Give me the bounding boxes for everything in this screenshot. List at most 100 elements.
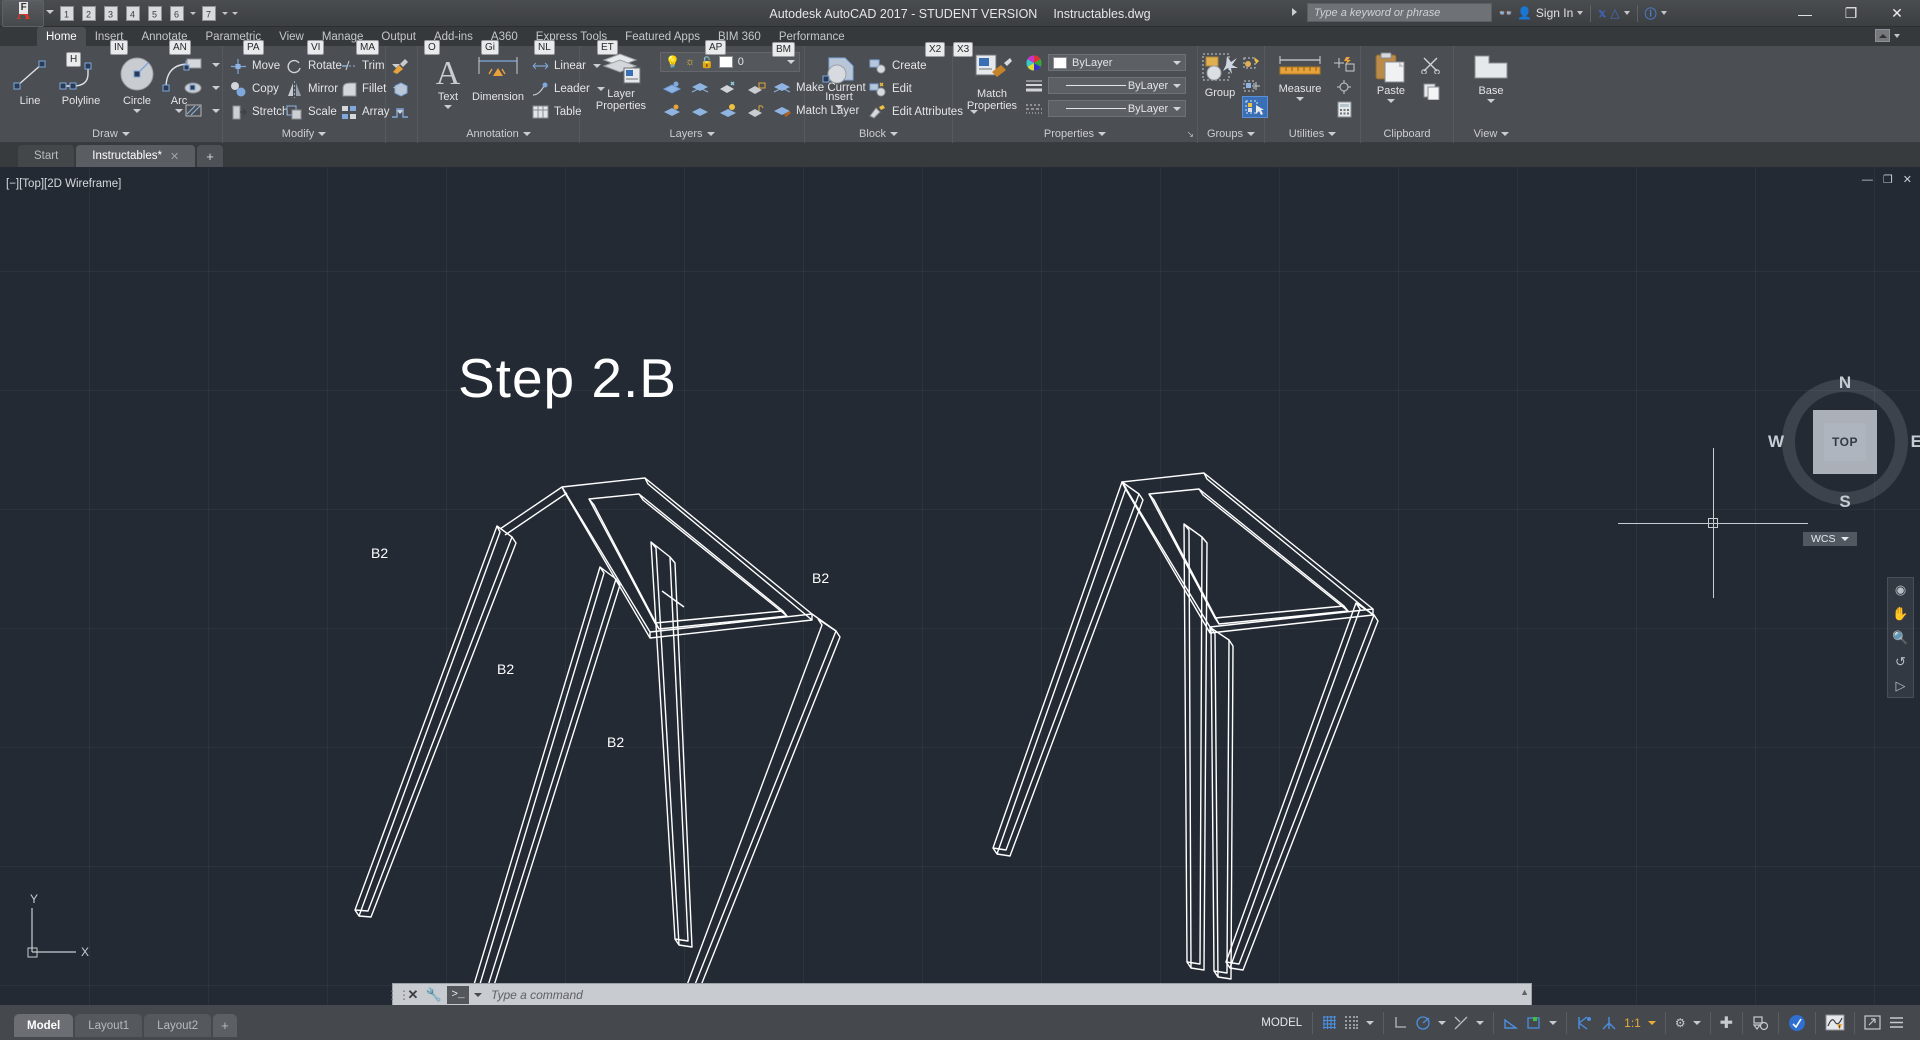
close-button[interactable]: ✕: [1874, 0, 1920, 27]
help-caret-icon[interactable]: [1660, 11, 1667, 15]
sun-icon[interactable]: ☼: [685, 56, 695, 68]
view-cube-south[interactable]: S: [1839, 492, 1850, 512]
linetype-combo[interactable]: ByLayer: [1048, 77, 1186, 94]
layout-tab-layout1[interactable]: Layout1: [75, 1014, 143, 1037]
move-tool[interactable]: Move: [229, 55, 280, 77]
layer-isolate-tool[interactable]: [662, 77, 682, 99]
grid-display-toggle[interactable]: [1322, 1015, 1337, 1030]
dynamic-ucs-toggle[interactable]: [1526, 1015, 1542, 1031]
layer-off-tool[interactable]: [718, 77, 738, 99]
search-binoculars-icon[interactable]: 👓: [1498, 6, 1513, 20]
measure-tool[interactable]: Measure: [1270, 52, 1330, 101]
search-input[interactable]: Type a keyword or phrase: [1307, 3, 1492, 22]
layer-thaw-tool[interactable]: [690, 100, 710, 122]
copy-tool[interactable]: Copy: [229, 78, 279, 100]
base-view-tool[interactable]: Base: [1464, 52, 1518, 103]
create-block-tool[interactable]: Create: [868, 55, 927, 77]
restore-button[interactable]: ❐: [1828, 0, 1874, 27]
snap-dropdown-icon[interactable]: [1366, 1020, 1375, 1025]
hatch-dropdown-icon[interactable]: [212, 109, 220, 113]
paste-dropdown-icon[interactable]: [1387, 99, 1395, 103]
drawing-tab-close-icon[interactable]: ✕: [170, 150, 179, 163]
panel-clipboard-title[interactable]: Clipboard: [1361, 124, 1453, 143]
rectangle-tool[interactable]: [183, 54, 220, 76]
insert-dropdown-icon[interactable]: [835, 105, 843, 109]
showmotion-icon[interactable]: ▷: [1896, 679, 1906, 692]
extrude-tool[interactable]: [390, 101, 410, 123]
command-prompt-caret-icon[interactable]: [474, 993, 482, 997]
help-icon[interactable]: ⓘ: [1645, 5, 1657, 22]
quick-calculator-tool[interactable]: [1333, 98, 1355, 120]
panel-groups-title[interactable]: Groups: [1198, 124, 1264, 143]
qat-undo-icon[interactable]: 6: [166, 3, 187, 25]
lightbulb-icon[interactable]: 💡: [665, 55, 680, 69]
autodesk-app-caret-icon[interactable]: [1623, 11, 1630, 15]
tab-featured-apps[interactable]: Featured Apps: [616, 27, 709, 46]
hardware-acceleration-icon[interactable]: [1788, 1014, 1806, 1032]
polar-dropdown-icon[interactable]: [1438, 1020, 1447, 1025]
panel-modify-title[interactable]: Modify: [223, 124, 385, 143]
orbit-icon[interactable]: ↺: [1895, 655, 1906, 668]
qat-new-icon[interactable]: 1: [56, 3, 77, 25]
layout-tab-model[interactable]: Model: [14, 1014, 74, 1037]
qat-saveas-icon[interactable]: 4: [122, 3, 143, 25]
qat-undo-caret-icon[interactable]: [188, 3, 197, 25]
ribbon-collapse-caret-icon[interactable]: [1894, 33, 1900, 38]
ellipse-dropdown-icon[interactable]: [212, 86, 220, 90]
view-cube-north[interactable]: N: [1839, 373, 1851, 393]
layer-turn-on-tool[interactable]: [718, 100, 738, 122]
annotation-visibility-toggle[interactable]: [1576, 1015, 1594, 1031]
cut-tool[interactable]: [1421, 54, 1443, 76]
paint-format-tool[interactable]: [390, 55, 410, 77]
quick-calc-point-tool[interactable]: [1333, 53, 1355, 75]
color-swatch-icon[interactable]: [1025, 55, 1043, 77]
stretch-tool[interactable]: Stretch: [229, 101, 288, 123]
layer-combo-caret-icon[interactable]: [787, 60, 795, 64]
object-color-caret-icon[interactable]: [1173, 60, 1181, 65]
clean-screen-toggle[interactable]: [1864, 1015, 1881, 1030]
qat-save-icon[interactable]: 3: [100, 3, 121, 25]
edit-block-tool[interactable]: Edit: [868, 78, 912, 100]
qat-open-icon[interactable]: 2: [78, 3, 99, 25]
circle-dropdown-icon[interactable]: [133, 109, 141, 113]
object-color-combo[interactable]: ByLayer: [1048, 54, 1186, 71]
view-cube-west[interactable]: W: [1768, 432, 1784, 452]
ortho-mode-toggle[interactable]: [1393, 1015, 1408, 1030]
drawing-viewport[interactable]: [−][Top][2D Wireframe] — ❐ ✕ Step 2.B B2…: [0, 167, 1920, 1005]
command-line-grip[interactable]: ⋮⋮: [386, 983, 410, 1007]
ellipse-tool[interactable]: [183, 77, 220, 99]
qat-plot-icon[interactable]: 5: [144, 3, 165, 25]
command-line-settings-icon[interactable]: 🔧: [423, 987, 445, 1003]
linetype-icon[interactable]: [1025, 101, 1043, 122]
line-tool[interactable]: Line: [3, 56, 57, 107]
drawing-tab-instructables[interactable]: Instructables* ✕: [76, 145, 196, 167]
customization-menu-icon[interactable]: [1888, 1015, 1905, 1030]
mirror-tool[interactable]: Mirror: [285, 78, 338, 100]
group-tool[interactable]: Group: [1198, 52, 1242, 99]
copy-clip-tool[interactable]: [1421, 80, 1443, 102]
autodesk-app-icon[interactable]: △: [1610, 6, 1619, 20]
object-snap-toggle[interactable]: [1503, 1015, 1519, 1031]
command-line-close-icon[interactable]: ✕: [403, 987, 423, 1003]
table-tool[interactable]: Table: [531, 101, 582, 123]
panel-draw-title[interactable]: Draw: [0, 124, 222, 143]
ribbon-minimize-control[interactable]: [1875, 29, 1900, 42]
properties-dialog-launcher-icon[interactable]: ↘: [1186, 129, 1194, 140]
add-tools-icon[interactable]: ✚: [1720, 1013, 1733, 1033]
performance-graph-icon[interactable]: [1825, 1014, 1845, 1031]
navigation-bar[interactable]: ◉ ✋ 🔍 ↺ ▷: [1887, 577, 1914, 698]
annotation-scale-sync-toggle[interactable]: [1601, 1015, 1617, 1031]
lineweight-caret-icon[interactable]: [1173, 106, 1181, 111]
user-avatar-icon[interactable]: 👤: [1517, 6, 1532, 20]
group-edit-tool[interactable]: [1242, 75, 1262, 97]
tab-home[interactable]: Home: [37, 27, 86, 46]
panel-layers-title[interactable]: Layers: [580, 124, 804, 143]
panel-annotation-title[interactable]: Annotation: [418, 124, 579, 143]
pan-icon[interactable]: ✋: [1892, 607, 1908, 620]
command-input[interactable]: Type a command: [491, 988, 1531, 1002]
zoom-icon[interactable]: 🔍: [1892, 631, 1908, 644]
workspace-switching-icon[interactable]: ⚙: [1675, 1016, 1686, 1030]
application-menu-caret-icon[interactable]: [46, 10, 54, 14]
ribbon-collapse-icon[interactable]: [1875, 29, 1890, 42]
panel-block-title[interactable]: Block: [805, 124, 952, 143]
